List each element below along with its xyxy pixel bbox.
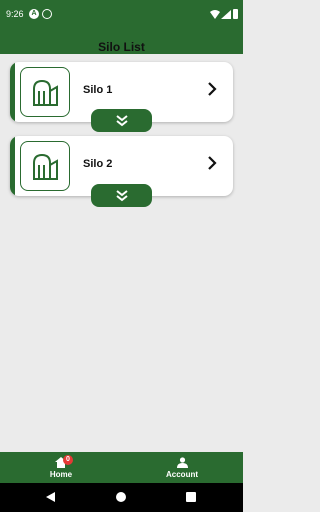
- nav-home[interactable]: 0 Home: [36, 452, 86, 483]
- notification-badge: 0: [63, 455, 73, 465]
- system-nav-bar: [0, 483, 243, 512]
- app-bar: Silo List: [0, 28, 243, 54]
- chevron-right-icon[interactable]: [207, 156, 217, 170]
- home-circle-icon[interactable]: [116, 492, 126, 502]
- double-chevron-down-icon: [115, 189, 128, 201]
- nav-account-label: Account: [166, 469, 198, 479]
- expand-button[interactable]: [91, 109, 152, 132]
- double-chevron-down-icon: [115, 114, 128, 126]
- status-bar: 9:26 A: [0, 0, 243, 28]
- signal-icon: [221, 10, 231, 19]
- battery-icon: [233, 9, 238, 19]
- back-icon[interactable]: [46, 492, 55, 502]
- card-accent: [10, 62, 15, 122]
- chevron-right-icon[interactable]: [207, 82, 217, 96]
- page-title: Silo List: [98, 40, 145, 54]
- nav-home-label: Home: [49, 469, 73, 479]
- notification-a-icon: A: [29, 9, 39, 19]
- account-icon: [176, 456, 188, 468]
- silo-icon: [20, 67, 70, 117]
- recent-apps-icon[interactable]: [186, 492, 196, 502]
- expand-button[interactable]: [91, 184, 152, 207]
- nav-account[interactable]: Account: [157, 452, 207, 483]
- status-time: 9:26: [6, 9, 24, 19]
- bottom-nav: 0 Home Account: [0, 452, 243, 483]
- silo-name: Silo 2: [83, 158, 113, 170]
- silo-name: Silo 1: [83, 84, 113, 96]
- silo-icon: [20, 141, 70, 191]
- card-accent: [10, 136, 15, 196]
- notification-s-icon: [42, 9, 52, 19]
- wifi-icon: [210, 10, 220, 19]
